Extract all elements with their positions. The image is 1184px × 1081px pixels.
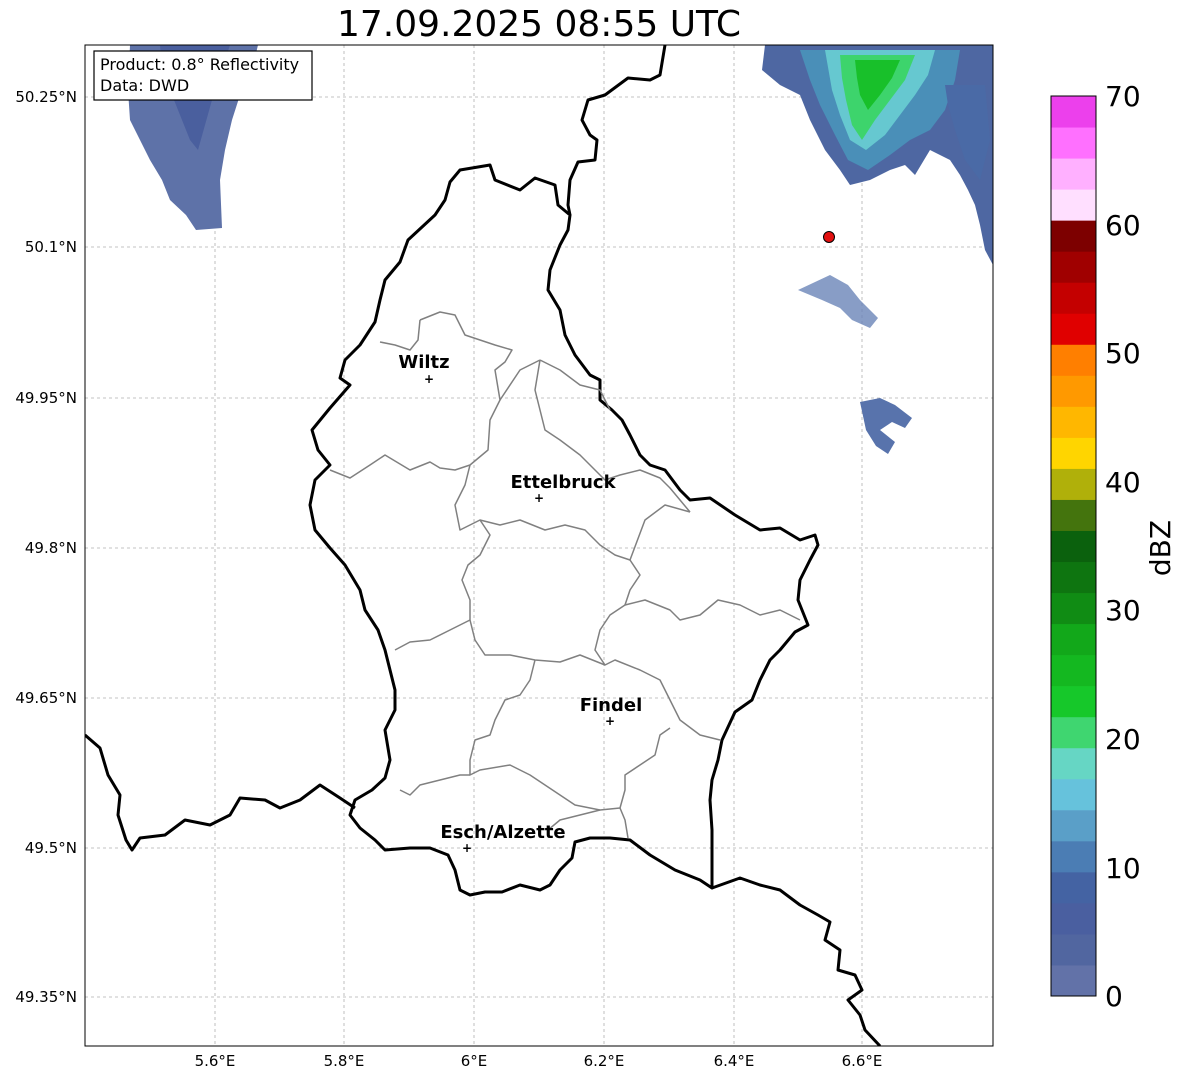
colorbar-band (1051, 220, 1096, 252)
lat-tick-label: 49.65°N (15, 689, 77, 707)
france-belgium-border (85, 733, 356, 852)
colorbar-band (1051, 251, 1096, 283)
city-marker-icon: + (605, 714, 615, 728)
lon-tick-label: 6.4°E (714, 1052, 755, 1070)
lat-tick-label: 50.25°N (15, 88, 77, 106)
colorbar-tick-label: 20 (1105, 723, 1141, 756)
lat-tick-label: 49.8°N (25, 539, 77, 557)
colorbar-band (1051, 282, 1096, 314)
colorbar-band (1051, 530, 1096, 563)
lat-tick-label: 49.35°N (15, 988, 77, 1006)
colorbar-band (1051, 561, 1096, 594)
colorbar-band (1051, 437, 1096, 469)
colorbar-tick-label: 10 (1105, 852, 1141, 885)
colorbar-ticks: 70 60 50 40 30 20 10 0 (1105, 80, 1141, 1013)
lon-ticks: 5.6°E 5.8°E 6°E 6.2°E 6.4°E 6.6°E (195, 1052, 883, 1070)
colorbar-band (1051, 313, 1096, 345)
city-label: Esch/Alzette (440, 822, 565, 843)
colorbar-band (1051, 933, 1096, 966)
lat-tick-label: 50.1°N (25, 238, 77, 256)
colorbar-band (1051, 778, 1096, 811)
city-label: Ettelbruck (510, 472, 616, 493)
colorbar-band (1051, 127, 1096, 159)
lon-tick-label: 6°E (461, 1052, 488, 1070)
map-frame (84, 44, 994, 1047)
colorbar-band (1051, 96, 1096, 128)
colorbar-band (1051, 809, 1096, 842)
colorbar-band (1051, 685, 1096, 718)
lat-ticks: 50.25°N 50.1°N 49.95°N 49.8°N 49.65°N 49… (15, 88, 77, 1006)
radar-echo-northeast (762, 45, 993, 454)
colorbar-band (1051, 871, 1096, 904)
colorbar-band (1051, 840, 1096, 873)
colorbar-band (1051, 158, 1096, 190)
city-marker-icon: + (424, 372, 434, 386)
city-label: Findel (580, 695, 643, 716)
colorbar-band (1051, 406, 1096, 438)
colorbar-band (1051, 344, 1096, 376)
city-marker-icon: + (462, 841, 472, 855)
info-data-source: Data: DWD (100, 76, 189, 95)
colorbar-tick-label: 40 (1105, 466, 1141, 499)
city-marker-icon: + (534, 491, 544, 505)
info-box: Product: 0.8° Reflectivity Data: DWD (93, 50, 313, 101)
lon-tick-label: 5.8°E (324, 1052, 365, 1070)
lat-tick-label: 49.95°N (15, 389, 77, 407)
colorbar-band (1051, 592, 1096, 625)
lat-tick-label: 49.5°N (25, 839, 77, 857)
colorbar-band (1051, 654, 1096, 687)
colorbar-tick-label: 70 (1105, 80, 1141, 113)
canton-borders (329, 311, 801, 839)
colorbar-tick-label: 50 (1105, 337, 1141, 370)
lon-tick-label: 5.6°E (195, 1052, 236, 1070)
city-label: Wiltz (398, 352, 449, 373)
radar-site-marker (823, 231, 835, 243)
city-wiltz: Wiltz + (398, 352, 449, 386)
city-labels: Wiltz + Ettelbruck + Findel + Esch/Alzet… (398, 352, 642, 855)
colorbar-bands (1051, 96, 1096, 997)
gridlines (85, 45, 993, 1046)
germany-border-south (711, 876, 882, 1046)
colorbar-band (1051, 468, 1096, 500)
germany-border (566, 45, 667, 216)
colorbar-tick-label: 0 (1105, 980, 1123, 1013)
colorbar-band (1051, 499, 1096, 531)
info-product: Product: 0.8° Reflectivity (100, 55, 299, 74)
lon-tick-label: 6.2°E (584, 1052, 625, 1070)
colorbar-band (1051, 189, 1096, 221)
colorbar-band (1051, 747, 1096, 780)
city-esch-alzette: Esch/Alzette + (440, 822, 565, 855)
radar-map: Product: 0.8° Reflectivity Data: DWD Wil… (15, 44, 1177, 1070)
colorbar-band (1051, 623, 1096, 656)
colorbar: 70 60 50 40 30 20 10 0 dBZ (1050, 80, 1177, 1013)
colorbar-band (1051, 902, 1096, 935)
colorbar-band (1051, 375, 1096, 407)
colorbar-band (1051, 716, 1096, 749)
luxembourg-border (308, 163, 820, 897)
colorbar-label: dBZ (1144, 520, 1177, 576)
city-ettelbruck: Ettelbruck + (510, 472, 616, 505)
colorbar-band (1051, 964, 1096, 997)
lon-tick-label: 6.6°E (842, 1052, 883, 1070)
city-findel: Findel + (580, 695, 643, 728)
colorbar-tick-label: 60 (1105, 209, 1141, 242)
colorbar-tick-label: 30 (1105, 594, 1141, 627)
